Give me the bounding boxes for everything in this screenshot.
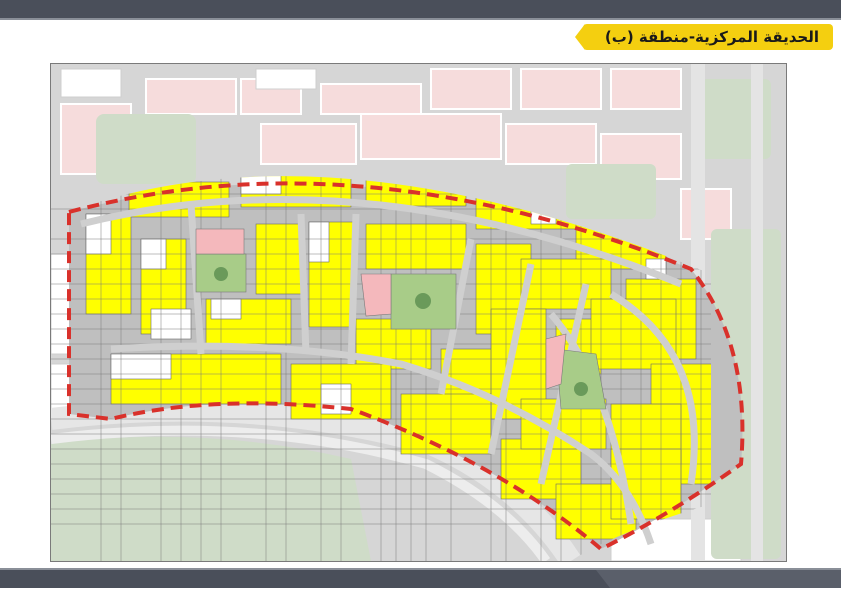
bottom-footer-notch	[596, 570, 841, 588]
page-title: الحديقة المركزية-منطقة (ب)	[604, 28, 819, 46]
tree-1	[214, 267, 228, 281]
tree-2	[415, 293, 431, 309]
site-plan-svg	[51, 64, 786, 561]
east-road-2	[751, 64, 763, 561]
title-badge: الحديقة المركزية-منطقة (ب)	[574, 24, 833, 50]
top-header-accent	[0, 18, 841, 20]
tree-3	[574, 382, 588, 396]
site-plan-map	[50, 63, 787, 562]
top-header-bar	[0, 0, 841, 18]
